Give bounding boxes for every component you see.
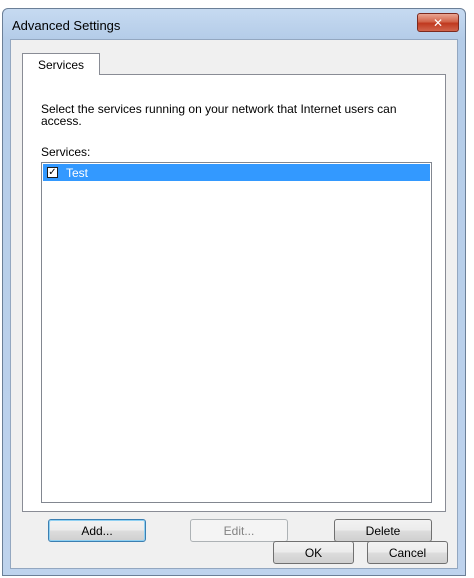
dialog-body: Services Select the services running on … [10,39,458,569]
tab-services[interactable]: Services [22,53,100,75]
services-list-label: Services: [41,145,91,159]
ok-button[interactable]: OK [273,541,354,564]
services-listbox[interactable]: ✓ Test [41,162,432,503]
services-tab-panel: Select the services running on your netw… [22,74,446,542]
description-text: Select the services running on your netw… [41,102,397,128]
service-checkbox[interactable]: ✓ [47,167,58,178]
title-bar[interactable]: Advanced Settings ✕ [3,9,465,39]
edit-button[interactable]: Edit... [190,519,288,542]
cancel-button[interactable]: Cancel [367,541,448,564]
close-button[interactable]: ✕ [417,13,459,32]
delete-button[interactable]: Delete [334,519,432,542]
check-icon: ✓ [48,167,57,178]
window-title: Advanced Settings [12,18,121,33]
list-item[interactable]: ✓ Test [43,164,430,181]
add-button[interactable]: Add... [48,519,146,542]
advanced-settings-dialog: Advanced Settings ✕ Services Select the … [2,8,466,576]
tab-label: Services [37,57,84,72]
close-icon: ✕ [432,15,444,30]
service-name: Test [66,165,89,180]
